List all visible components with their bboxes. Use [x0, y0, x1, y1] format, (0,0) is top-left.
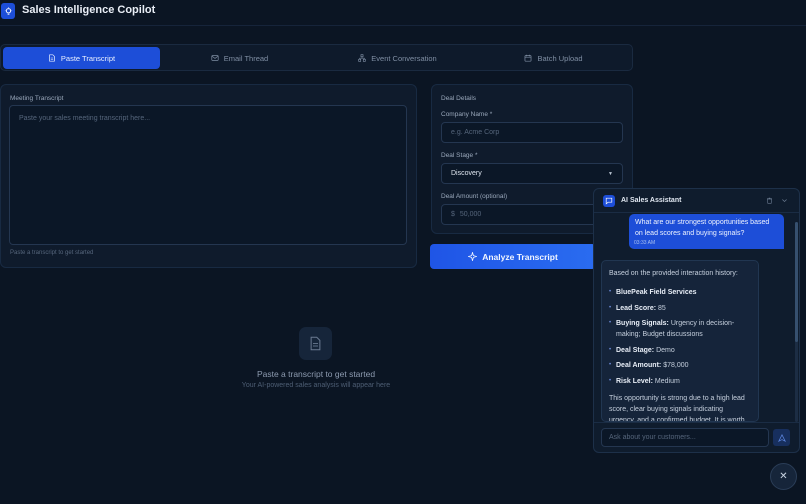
chat-title: AI Sales Assistant: [621, 197, 682, 204]
assistant-message-bubble: Based on the provided interaction histor…: [601, 260, 759, 422]
tab-email-thread[interactable]: Email Thread: [161, 47, 318, 69]
lightbulb-icon: [1, 3, 15, 19]
deal-stage-label: Deal Stage *: [441, 152, 478, 159]
network-icon: [358, 54, 366, 62]
user-message-text: What are our strongest opportunities bas…: [635, 219, 770, 237]
tab-batch-upload[interactable]: Batch Upload: [475, 47, 632, 69]
list-item: Buying Signals: Urgency in decision-maki…: [609, 318, 751, 340]
send-icon: [777, 433, 786, 442]
currency-symbol: $: [451, 211, 455, 218]
trash-icon[interactable]: [766, 197, 773, 206]
deal-stage-select[interactable]: Discovery ▼: [441, 163, 623, 184]
chevron-down-icon[interactable]: [781, 197, 788, 206]
list-item: Lead Score: 85: [609, 303, 751, 314]
sparkle-icon: [468, 252, 478, 261]
assistant-intro: Based on the provided interaction histor…: [609, 270, 738, 277]
document-icon: [299, 327, 332, 360]
close-chat-button[interactable]: ✕: [770, 463, 797, 490]
tab-event-conversation[interactable]: Event Conversation: [319, 47, 476, 69]
tab-paste-transcript[interactable]: Paste Transcript: [3, 47, 160, 69]
transcript-label: Meeting Transcript: [10, 95, 64, 102]
mail-icon: [211, 55, 219, 61]
tab-label: Email Thread: [223, 53, 269, 63]
chat-input-placeholder: Ask about your customers...: [609, 434, 696, 441]
list-item: Risk Level: Medium: [609, 376, 751, 387]
list-item: BluePeak Field Services: [609, 287, 751, 298]
deal-details-title: Deal Details: [441, 95, 477, 102]
input-mode-tabs: Paste Transcript Email Thread Event Conv…: [0, 44, 633, 71]
assistant-summary: This opportunity is strong due to a high…: [609, 394, 745, 422]
app-title: Sales Intelligence Copilot: [22, 4, 156, 16]
chat-bubble-icon: [603, 195, 615, 207]
user-message-time: 03:33 AM: [634, 240, 656, 246]
transcript-textarea[interactable]: Paste your sales meeting transcript here…: [9, 105, 407, 245]
document-icon: [49, 54, 55, 62]
transcript-hint: Paste a transcript to get started: [10, 250, 94, 256]
empty-state-title: Paste a transcript to get started: [256, 369, 376, 379]
list-item: Deal Stage: Demo: [609, 345, 751, 356]
close-icon: ✕: [779, 471, 788, 482]
deal-stage-value: Discovery: [451, 170, 482, 177]
send-button[interactable]: [773, 429, 790, 446]
app-header: Sales Intelligence Copilot: [0, 0, 806, 26]
chat-header: AI Sales Assistant: [594, 189, 799, 213]
chat-input[interactable]: Ask about your customers...: [601, 428, 769, 447]
chat-scrollbar-thumb[interactable]: [795, 222, 798, 342]
deal-amount-placeholder: 50,000: [459, 211, 482, 218]
transcript-placeholder: Paste your sales meeting transcript here…: [19, 115, 151, 122]
company-name-placeholder: e.g. Acme Corp: [451, 129, 500, 136]
analyze-label: Analyze Transcript: [482, 251, 558, 262]
chevron-down-icon: ▼: [608, 171, 613, 177]
tab-label: Event Conversation: [371, 53, 437, 63]
empty-state-subtitle: Your AI-powered sales analysis will appe…: [241, 382, 391, 389]
calendar-icon: [525, 54, 532, 62]
analyze-transcript-button[interactable]: Analyze Transcript: [430, 244, 596, 269]
tab-label: Batch Upload: [537, 53, 583, 63]
company-name-input[interactable]: e.g. Acme Corp: [441, 122, 623, 143]
tab-label: Paste Transcript: [60, 53, 116, 63]
deal-amount-label: Deal Amount (optional): [441, 193, 508, 200]
list-item: Deal Amount: $78,000: [609, 360, 751, 371]
assistant-list: BluePeak Field Services Lead Score: 85 B…: [609, 287, 751, 387]
company-name-label: Company Name *: [441, 111, 493, 118]
